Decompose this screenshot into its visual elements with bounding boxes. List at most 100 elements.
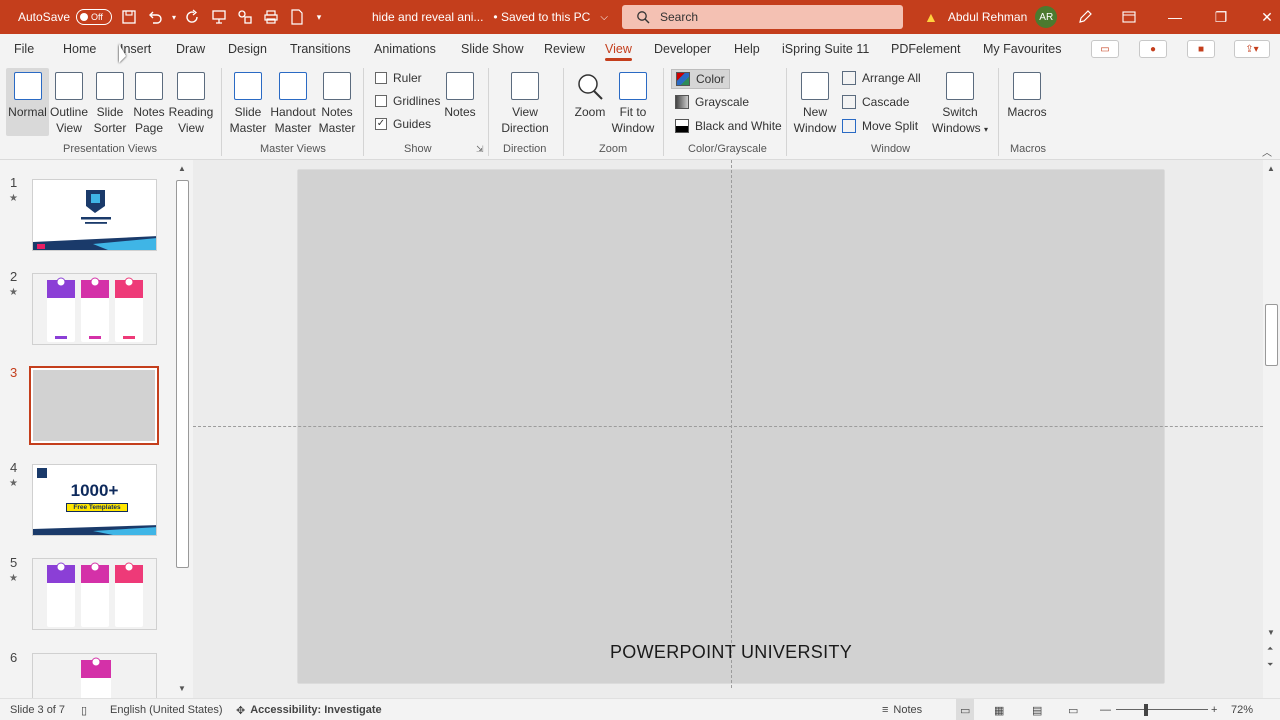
pen-icon[interactable] xyxy=(1072,5,1098,29)
slide-master-button[interactable]: Slide Master xyxy=(230,72,266,136)
editor-scrollbar[interactable]: ▲ ▼ ⏶ ⏷ xyxy=(1265,162,1278,696)
normal-view-button[interactable]: Normal xyxy=(6,68,49,136)
fit-to-window-button[interactable]: Fit to Window xyxy=(611,72,655,136)
tab-ispring[interactable]: iSpring Suite 11 xyxy=(782,34,869,64)
scroll-up-icon[interactable]: ▲ xyxy=(1267,164,1275,173)
scrollbar-thumb[interactable] xyxy=(1265,304,1278,366)
notes-toggle[interactable]: ≡ Notes xyxy=(882,699,922,720)
move-split-button[interactable]: Move Split xyxy=(842,119,918,133)
dialog-launcher-icon[interactable]: ⇲ xyxy=(476,144,484,155)
new-window-button[interactable]: New Window xyxy=(794,72,836,136)
normal-view-icon[interactable]: ▭ xyxy=(956,699,975,720)
previous-slide-icon[interactable]: ⏶ xyxy=(1267,644,1273,654)
notes-icon xyxy=(446,72,474,100)
tab-review[interactable]: Review xyxy=(544,34,585,64)
record-icon[interactable]: ● xyxy=(1139,40,1167,58)
view-direction-button[interactable]: View Direction xyxy=(496,72,554,136)
tab-my-favourites[interactable]: My Favourites xyxy=(983,34,1062,64)
slide-sorter-icon[interactable]: ▦ xyxy=(994,699,1004,720)
notes-master-button[interactable]: Notes Master xyxy=(319,72,355,136)
redo-icon[interactable] xyxy=(180,5,206,29)
slide-thumbnail-5[interactable] xyxy=(32,558,157,630)
grayscale-button[interactable]: Grayscale xyxy=(675,95,749,109)
share-icon[interactable]: ⇪▾ xyxy=(1234,40,1270,58)
scroll-up-icon[interactable]: ▲ xyxy=(178,164,186,173)
scrollbar-thumb[interactable] xyxy=(176,180,189,568)
autosave[interactable]: AutoSave Off xyxy=(18,0,113,34)
handout-master-button[interactable]: Handout Master xyxy=(270,72,316,136)
black-and-white-button[interactable]: Black and White xyxy=(675,119,782,133)
switch-windows-button[interactable]: Switch Windows ▾ xyxy=(929,72,991,138)
print-icon[interactable] xyxy=(258,5,284,29)
tab-transitions[interactable]: Transitions xyxy=(290,34,351,64)
guides-checkbox[interactable]: ✓ Guides xyxy=(375,117,431,131)
macros-button[interactable]: Macros xyxy=(1006,72,1048,120)
tab-draw[interactable]: Draw xyxy=(176,34,205,64)
minimize-icon[interactable]: — xyxy=(1152,0,1198,34)
user-name[interactable]: Abdul Rehman xyxy=(948,10,1027,24)
slide-6-preview xyxy=(81,657,111,698)
tab-help[interactable]: Help xyxy=(734,34,760,64)
tab-pdfelement[interactable]: PDFelement xyxy=(891,34,960,64)
export-pdf-icon[interactable] xyxy=(284,5,310,29)
tab-developer[interactable]: Developer xyxy=(654,34,711,64)
notes-button[interactable]: Notes xyxy=(444,72,476,120)
tab-home[interactable]: Home xyxy=(63,34,96,64)
teams-present-icon[interactable]: ■ xyxy=(1187,40,1215,58)
zoom-in-icon[interactable]: + xyxy=(1211,699,1217,720)
search-box[interactable]: Search xyxy=(622,5,903,29)
color-button[interactable]: Color xyxy=(671,69,730,89)
tab-design[interactable]: Design xyxy=(228,34,267,64)
chevron-down-icon: ⌵ xyxy=(600,11,608,23)
restore-icon[interactable]: ❐ xyxy=(1198,0,1244,34)
gridlines-checkbox[interactable]: Gridlines xyxy=(375,94,440,108)
autosave-toggle[interactable]: Off xyxy=(76,9,113,25)
avatar[interactable]: AR xyxy=(1035,6,1058,28)
next-slide-icon[interactable]: ⏷ xyxy=(1267,660,1273,670)
slide-thumbnail-6[interactable] xyxy=(32,653,157,698)
scroll-down-icon[interactable]: ▼ xyxy=(178,684,186,693)
warning-icon[interactable]: ▲ xyxy=(924,9,938,25)
reading-view-icon[interactable]: ▤ xyxy=(1032,699,1042,720)
cascade-button[interactable]: Cascade xyxy=(842,95,909,109)
zoom-level[interactable]: 72% xyxy=(1231,699,1253,720)
accessibility-status[interactable]: ✥ Accessibility: Investigate xyxy=(236,699,382,720)
ribbon-display-icon[interactable] xyxy=(1106,0,1152,34)
shapes-icon[interactable] xyxy=(232,5,258,29)
present-from-beginning-icon[interactable] xyxy=(206,5,232,29)
reading-view-button[interactable]: Reading View xyxy=(169,72,213,136)
spelling-icon[interactable]: ▯ xyxy=(81,699,87,720)
arrange-all-button[interactable]: Arrange All xyxy=(842,71,921,85)
collapse-ribbon-icon[interactable]: ︿ xyxy=(1262,144,1272,159)
thumbnails-scrollbar[interactable]: ▲ ▼ xyxy=(176,162,189,696)
vertical-guide[interactable] xyxy=(731,160,732,688)
document-title[interactable]: hide and reveal ani... • Saved to this P… xyxy=(372,0,608,34)
zoom-out-icon[interactable]: — xyxy=(1100,699,1111,720)
slide-thumbnail-4[interactable]: 1000+ Free Templates xyxy=(32,464,157,536)
tab-view[interactable]: View xyxy=(605,34,632,64)
horizontal-guide[interactable] xyxy=(193,426,1263,427)
zoom-slider[interactable] xyxy=(1116,699,1208,720)
tab-animations[interactable]: Animations xyxy=(374,34,436,64)
ruler-checkbox[interactable]: Ruler xyxy=(375,71,422,85)
slide-sorter-icon xyxy=(96,72,124,100)
slide-sorter-button[interactable]: Slide Sorter xyxy=(92,72,128,136)
zoom-slider-thumb[interactable] xyxy=(1144,704,1148,716)
language[interactable]: English (United States) xyxy=(110,699,223,720)
customize-toolbar-icon[interactable]: ▾ xyxy=(310,5,328,29)
scroll-down-icon[interactable]: ▼ xyxy=(1267,628,1275,637)
slide-thumbnail-1[interactable] xyxy=(32,179,157,251)
slide-thumbnail-2[interactable] xyxy=(32,273,157,345)
slide-thumbnail-3[interactable] xyxy=(29,366,159,445)
close-icon[interactable]: ✕ xyxy=(1244,0,1280,34)
comments-icon[interactable]: ▭ xyxy=(1091,40,1119,58)
outline-view-button[interactable]: Outline View xyxy=(50,72,88,136)
slide-show-icon[interactable]: ▭ xyxy=(1068,699,1078,720)
save-icon[interactable] xyxy=(116,5,142,29)
undo-icon[interactable] xyxy=(142,5,168,29)
undo-dropdown-icon[interactable]: ▾ xyxy=(168,5,180,29)
notes-page-button[interactable]: Notes Page xyxy=(132,72,166,136)
tab-file[interactable]: File xyxy=(14,34,34,64)
zoom-button[interactable]: Zoom xyxy=(572,72,608,120)
tab-slide-show[interactable]: Slide Show xyxy=(461,34,524,64)
